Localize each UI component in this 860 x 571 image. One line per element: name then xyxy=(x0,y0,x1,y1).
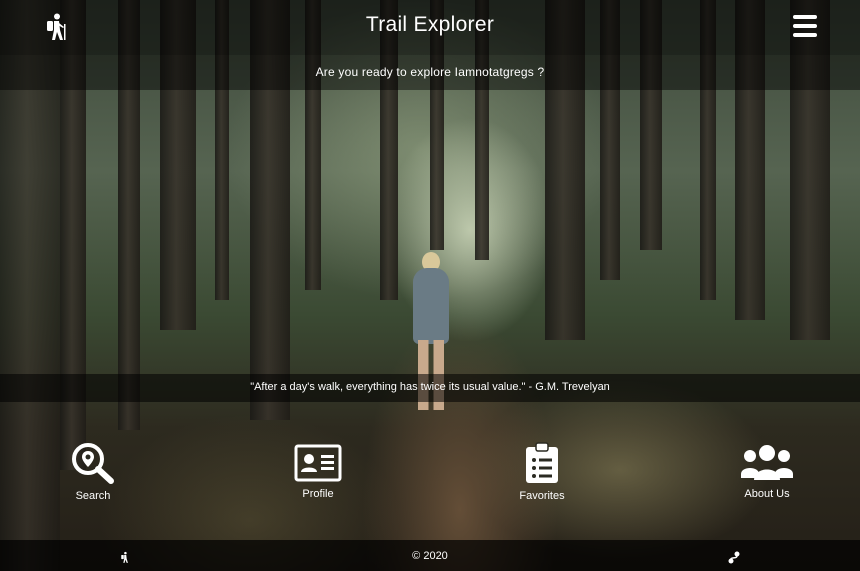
quote-text: "After a day's walk, everything has twic… xyxy=(250,381,610,393)
welcome-banner: Are you ready to explore Iamnotatgregs ? xyxy=(0,55,860,90)
footer: © 2020 xyxy=(0,540,860,571)
search-nav-button[interactable]: Search xyxy=(60,442,126,502)
favorites-nav-label: Favorites xyxy=(519,490,565,502)
profile-nav-button[interactable]: Profile xyxy=(280,444,356,500)
profile-nav-label: Profile xyxy=(302,488,334,500)
route-icon xyxy=(728,549,740,564)
hamburger-menu-icon[interactable] xyxy=(793,15,817,37)
top-navigation-bar: Trail Explorer xyxy=(0,0,860,55)
quote-banner: "After a day's walk, everything has twic… xyxy=(0,374,860,402)
favorites-nav-button[interactable]: Favorites xyxy=(508,442,576,502)
about-us-nav-label: About Us xyxy=(744,488,790,500)
search-location-icon xyxy=(71,443,115,488)
search-nav-label: Search xyxy=(75,490,111,502)
clipboard-list-icon xyxy=(525,442,559,488)
about-us-nav-button[interactable]: About Us xyxy=(728,444,806,500)
users-icon xyxy=(740,445,794,486)
id-card-icon xyxy=(294,444,342,486)
app-title: Trail Explorer xyxy=(365,13,495,36)
welcome-text: Are you ready to explore Iamnotatgregs ? xyxy=(315,65,545,79)
